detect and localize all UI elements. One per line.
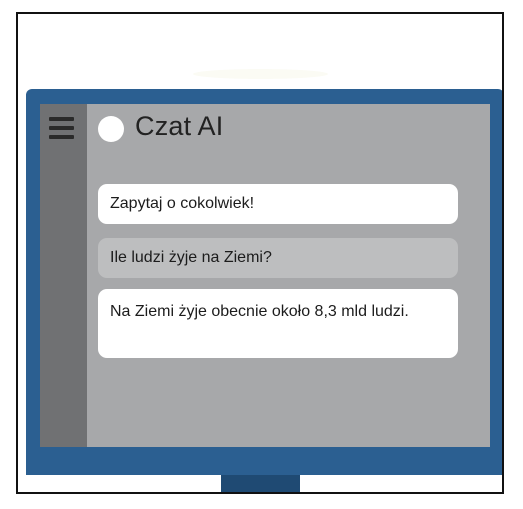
hamburger-menu-icon[interactable] bbox=[49, 117, 74, 139]
illustration-frame: Czat AI Zapytaj o cokolwiek! Ile ludzi ż… bbox=[16, 12, 504, 494]
monitor-stand-neck bbox=[221, 475, 300, 492]
monitor-screen: Czat AI Zapytaj o cokolwiek! Ile ludzi ż… bbox=[40, 104, 490, 447]
menu-line bbox=[49, 117, 74, 121]
app-title: Czat AI bbox=[135, 111, 224, 141]
sidebar bbox=[40, 104, 87, 447]
user-message-text: Ile ludzi żyje na Ziemi? bbox=[110, 249, 272, 266]
monitor-bezel: Czat AI Zapytaj o cokolwiek! Ile ludzi ż… bbox=[26, 89, 502, 475]
user-message: Ile ludzi żyje na Ziemi? bbox=[98, 238, 458, 278]
chat-input-prompt[interactable]: Zapytaj o cokolwiek! bbox=[98, 184, 458, 224]
menu-line bbox=[49, 126, 74, 130]
menu-line bbox=[49, 135, 74, 139]
background-highlight bbox=[193, 69, 328, 79]
prompt-text: Zapytaj o cokolwiek! bbox=[110, 195, 255, 212]
status-dot-icon bbox=[98, 116, 124, 142]
ai-response-message: Na Ziemi żyje obecnie około 8,3 mld ludz… bbox=[98, 289, 458, 358]
ai-response-text: Na Ziemi żyje obecnie około 8,3 mld ludz… bbox=[110, 303, 409, 320]
